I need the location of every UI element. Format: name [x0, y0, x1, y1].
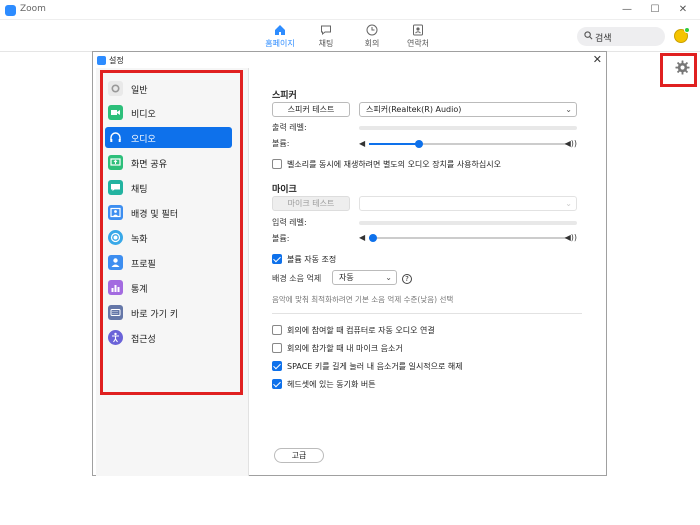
mic-volume-slider[interactable]: ◀ ◀))	[359, 233, 577, 243]
clock-icon	[366, 24, 378, 36]
settings-gear-icon[interactable]	[675, 60, 690, 75]
auto-join-audio-checkbox[interactable]	[272, 325, 282, 335]
nav-meetings-label: 회의	[364, 39, 380, 48]
slider-fill	[369, 143, 419, 145]
settings-dialog: 설정 ✕ 일반 비디오 오디오 화면 공유 채팅 배경 및 필터 녹화 프로필 …	[92, 51, 607, 476]
close-button[interactable]: ✕	[672, 2, 694, 18]
space-to-unmute-label: SPACE 키를 길게 눌러 내 음소거를 일시적으로 해제	[287, 362, 463, 371]
volume-low-icon: ◀	[359, 233, 366, 242]
slider-track	[369, 237, 567, 239]
mic-select[interactable]: ⌄	[359, 196, 577, 211]
noise-suppression-value: 자동	[339, 273, 354, 282]
speaker-select[interactable]: 스피커(Realtek(R) Audio) ⌄	[359, 102, 577, 117]
dialog-titlebar: 설정 ✕	[93, 52, 606, 68]
nav-home[interactable]: 홈페이지	[258, 24, 302, 49]
chevron-down-icon: ⌄	[565, 105, 572, 114]
slider-knob[interactable]	[414, 140, 423, 148]
nav-chat-label: 채팅	[318, 39, 334, 48]
mic-volume-label: 볼륨:	[272, 234, 290, 243]
input-level-label: 입력 레벨:	[272, 218, 307, 227]
maximize-button[interactable]: ☐	[644, 2, 666, 18]
speaker-section-title: 스피커	[272, 91, 297, 101]
dialog-title: 설정	[109, 56, 124, 65]
test-speaker-button[interactable]: 스피커 테스트	[272, 102, 350, 117]
nav-contacts-label: 연락처	[406, 39, 430, 48]
headset-sync-label: 헤드셋에 있는 동기화 버튼	[287, 380, 376, 389]
volume-high-icon: ◀))	[564, 139, 577, 148]
output-level-meter	[359, 126, 577, 130]
divider	[272, 313, 582, 314]
headset-sync-checkbox[interactable]	[272, 379, 282, 389]
help-icon[interactable]: ?	[402, 274, 412, 284]
noise-suppression-label: 배경 소음 억제	[272, 274, 322, 283]
search-input[interactable]: 검색	[577, 27, 665, 46]
volume-high-icon: ◀))	[564, 233, 577, 242]
search-icon	[584, 31, 593, 40]
app-titlebar: Zoom — ☐ ✕	[0, 0, 700, 20]
input-level-meter	[359, 221, 577, 225]
noise-suppression-select[interactable]: 자동 ⌄	[332, 270, 397, 285]
nav-chat[interactable]: 채팅	[304, 24, 348, 49]
chevron-down-icon: ⌄	[565, 199, 572, 208]
dialog-close-button[interactable]: ✕	[593, 53, 602, 66]
volume-low-icon: ◀	[359, 139, 366, 148]
test-mic-button[interactable]: 마이크 테스트	[272, 196, 350, 211]
mic-section-title: 마이크	[272, 185, 297, 195]
auto-join-audio-label: 회의에 참여할 때 컴퓨터로 자동 오디오 연결	[287, 326, 435, 335]
online-status-icon	[684, 27, 690, 33]
space-to-unmute-checkbox[interactable]	[272, 361, 282, 371]
contacts-icon	[413, 24, 423, 36]
nav-meetings[interactable]: 회의	[350, 24, 394, 49]
mute-on-join-label: 회의에 참가할 때 내 마이크 음소거	[287, 344, 403, 353]
settings-sidebar: 일반 비디오 오디오 화면 공유 채팅 배경 및 필터 녹화 프로필 통계 바로…	[96, 68, 249, 476]
speaker-select-value: 스피커(Realtek(R) Audio)	[366, 105, 462, 114]
chevron-down-icon: ⌄	[385, 273, 392, 282]
advanced-button[interactable]: 고급	[274, 448, 324, 463]
auto-adjust-volume-checkbox[interactable]	[272, 254, 282, 264]
nav-home-label: 홈페이지	[265, 39, 295, 48]
speaker-volume-slider[interactable]: ◀ ◀))	[359, 139, 577, 149]
slider-knob[interactable]	[368, 234, 377, 242]
separate-audio-device-checkbox[interactable]	[272, 159, 282, 169]
output-level-label: 출력 레벨:	[272, 123, 307, 132]
separate-audio-device-label: 벨소리를 동시에 재생하려면 별도의 오디오 장치를 사용하십시오	[287, 160, 501, 169]
mute-on-join-checkbox[interactable]	[272, 343, 282, 353]
zoom-logo-icon	[97, 56, 106, 65]
sidebar-highlight-box	[100, 70, 243, 395]
chat-icon	[321, 25, 331, 36]
audio-settings-panel: 스피커 스피커 테스트 스피커(Realtek(R) Audio) ⌄ 출력 레…	[250, 68, 607, 476]
app-title: Zoom	[20, 4, 46, 14]
search-placeholder: 검색	[595, 34, 612, 44]
minimize-button[interactable]: —	[616, 2, 638, 18]
zoom-logo-icon	[5, 5, 16, 16]
noise-suppression-hint: 음악에 맞춰 최적화하려면 기본 소음 억제 수준(낮음) 선택	[272, 295, 454, 304]
nav-contacts[interactable]: 연락처	[396, 24, 440, 49]
auto-adjust-volume-label: 볼륨 자동 조정	[287, 255, 337, 264]
home-icon	[275, 25, 285, 35]
speaker-volume-label: 볼륨:	[272, 139, 290, 148]
